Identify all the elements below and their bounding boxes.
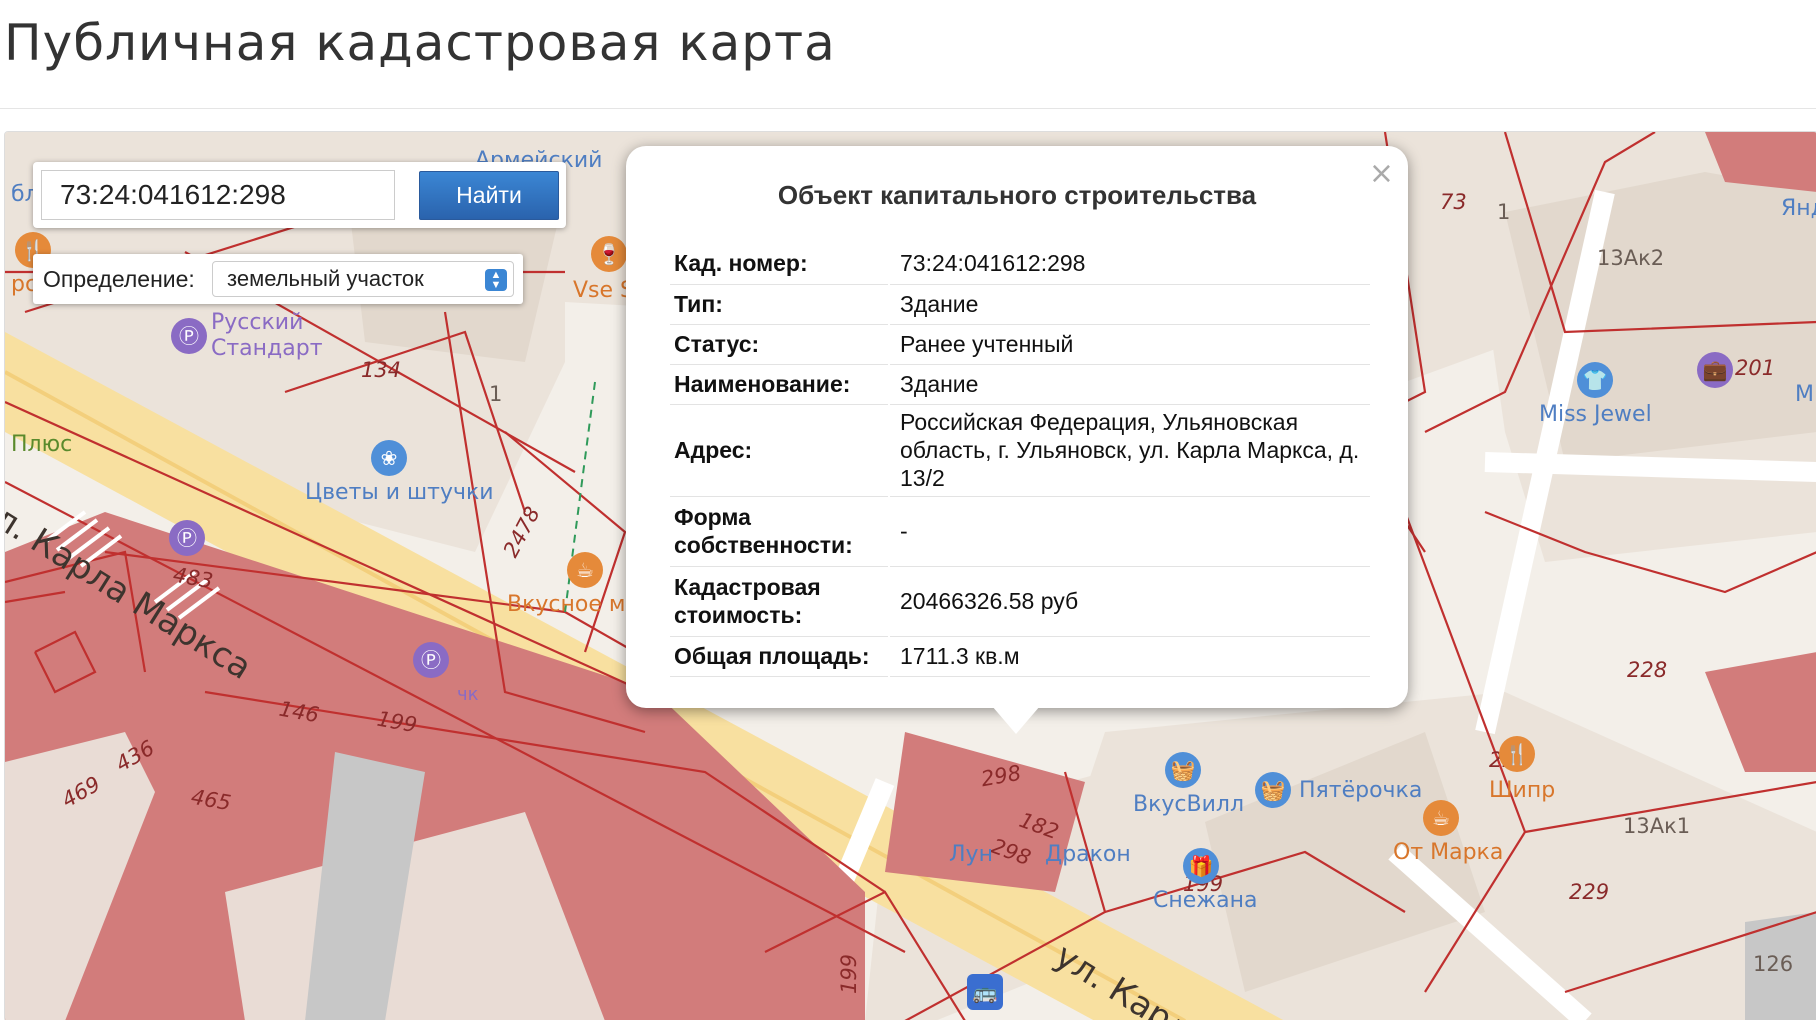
info-value: Здание	[889, 364, 1370, 405]
info-value: Ранее учтенный	[889, 324, 1370, 365]
poi-label-lun: Лун	[949, 842, 993, 867]
parcel-number-label: 201	[1735, 356, 1776, 380]
parcel-number-label: 73	[1440, 190, 1467, 214]
restaurant-icon[interactable]: 🍴	[1499, 736, 1535, 772]
title-divider	[0, 108, 1816, 109]
poi-label-vse-s: Vse S	[573, 278, 635, 303]
gift-icon[interactable]: 🎁	[1183, 848, 1219, 884]
parking-icon[interactable]: Ⓟ	[171, 318, 207, 354]
info-value: 73:24:041612:298	[889, 244, 1370, 285]
poi-label-plus: Плюс	[11, 432, 73, 457]
parking-icon[interactable]: Ⓟ	[413, 642, 449, 678]
poi-label-miss-jewel: Miss Jewel	[1539, 402, 1652, 427]
poi-label-shipr: Шипр	[1489, 778, 1556, 803]
poi-label-chk: чк	[457, 684, 479, 705]
info-value: -	[889, 496, 1370, 567]
clothing-store-icon[interactable]: 👕	[1577, 362, 1613, 398]
info-row: Форма собственности: -	[670, 496, 1370, 567]
poi-label-snezhana: Снежана	[1153, 888, 1258, 913]
search-panel: Найти	[33, 162, 566, 228]
building-number-label: 13Ак1	[1623, 814, 1691, 838]
info-key: Тип:	[670, 284, 890, 325]
object-info-table: Кад. номер: 73:24:041612:298 Тип: Здание Ста…	[670, 244, 1370, 677]
info-key: Кадастровая стоимость:	[670, 566, 890, 637]
info-value: Российская Федерация, Ульяновская област…	[889, 404, 1370, 497]
definition-panel: Определение: земельный участок ▲ ▼	[33, 254, 523, 304]
parcel-number-label: 134	[361, 358, 402, 382]
poi-label-m: M	[1795, 382, 1814, 407]
cafe-icon[interactable]: ☕	[567, 552, 603, 588]
building-number-label: 126	[1753, 952, 1794, 976]
poi-label-ot-marka: От Марка	[1393, 840, 1504, 865]
parcel-number-label: 229	[1569, 880, 1610, 904]
info-key: Адрес:	[670, 404, 890, 497]
poi-label-drakon: Дракон	[1045, 842, 1131, 867]
info-value: Здание	[889, 284, 1370, 325]
info-value: 1711.3 кв.м	[889, 636, 1370, 677]
poi-label-vkusvill: ВкусВилл	[1133, 792, 1245, 817]
info-key: Кад. номер:	[670, 244, 890, 285]
info-key: Общая площадь:	[670, 636, 890, 677]
cadastral-search-input[interactable]	[41, 170, 395, 220]
poi-label-vkusnoe: Вкусное ме	[507, 592, 639, 617]
find-button[interactable]: Найти	[419, 171, 559, 220]
grocery-basket-icon[interactable]: 🧺	[1255, 772, 1291, 808]
definition-selected-value: земельный участок	[227, 266, 424, 291]
poi-label-yand: Янд	[1781, 196, 1816, 221]
info-row: Общая площадь: 1711.3 кв.м	[670, 636, 1370, 677]
select-arrows-icon: ▲ ▼	[485, 269, 507, 291]
cafe-icon[interactable]: ☕	[1423, 800, 1459, 836]
info-key: Статус:	[670, 324, 890, 365]
poi-label-russky: Русский	[211, 310, 304, 335]
info-row: Кадастровая стоимость: 20466326.58 руб	[670, 566, 1370, 637]
poi-label-pyaterochka: Пятёрочка	[1299, 778, 1423, 803]
building-number-label: 13Ак2	[1597, 246, 1665, 270]
info-value: 20466326.58 руб	[889, 566, 1370, 637]
poi-label-cvety: Цветы и штучки	[305, 480, 494, 505]
info-row: Статус: Ранее учтенный	[670, 324, 1370, 365]
definition-label: Определение:	[43, 266, 195, 292]
bus-stop-icon[interactable]: 🚌	[967, 974, 1003, 1010]
info-row: Наименование: Здание	[670, 364, 1370, 405]
info-key: Форма собственности:	[670, 496, 890, 567]
parcel-number-label: 1	[1497, 200, 1511, 224]
poi-label-standart: Стандарт	[211, 336, 323, 361]
business-icon[interactable]: 💼	[1697, 352, 1733, 388]
grocery-basket-icon[interactable]: 🧺	[1165, 752, 1201, 788]
info-row: Тип: Здание	[670, 284, 1370, 325]
parcel-number-label: 199	[837, 953, 862, 995]
object-info-popup: × Объект капитального строительства Кад.…	[626, 146, 1408, 708]
info-key: Наименование:	[670, 364, 890, 405]
popup-title: Объект капитального строительства	[777, 180, 1257, 210]
info-row: Кад. номер: 73:24:041612:298	[670, 244, 1370, 285]
popup-pointer	[992, 706, 1040, 734]
definition-select[interactable]: земельный участок ▲ ▼	[212, 261, 514, 297]
page-title: Публичная кадастровая карта	[4, 14, 836, 72]
building-number-label: 1	[489, 382, 503, 406]
parking-icon[interactable]: Ⓟ	[169, 520, 205, 556]
wine-bar-icon[interactable]: 🍷	[591, 236, 627, 272]
flower-shop-icon[interactable]: ❀	[371, 440, 407, 476]
info-row: Адрес: Российская Федерация, Ульяновская …	[670, 404, 1370, 497]
parcel-number-label: 228	[1627, 658, 1668, 682]
